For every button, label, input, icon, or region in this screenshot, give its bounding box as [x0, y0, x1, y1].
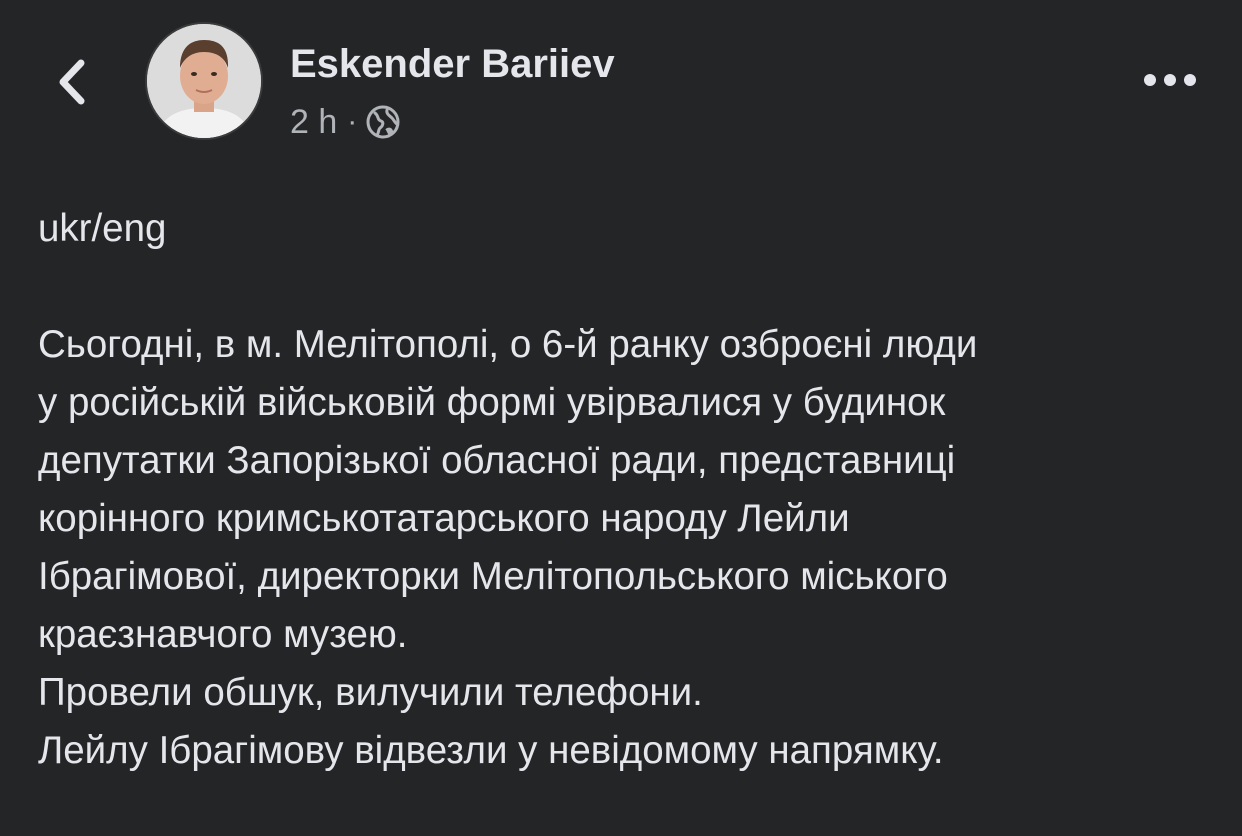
post-line: Провели обшук, вилучили телефони.	[38, 671, 703, 714]
globe-icon	[365, 104, 401, 140]
back-button[interactable]	[44, 50, 100, 114]
post-meta: 2 h ·	[290, 100, 401, 144]
post-blank-line	[38, 258, 1218, 316]
more-options-button[interactable]	[1138, 58, 1202, 102]
author-name[interactable]: Eskender Bariiev	[290, 40, 615, 88]
post-line: у російській військовій формі увірвалися…	[38, 381, 946, 424]
chevron-left-icon	[59, 59, 85, 105]
post-line: депутатки Запорізької обласної ради, пре…	[38, 439, 956, 482]
avatar-image	[147, 24, 261, 138]
post-line: Лейлу Ібрагімову відвезли у невідомому н…	[38, 729, 944, 772]
post-line: Сьогодні, в м. Мелітополі, о 6-й ранку о…	[38, 323, 978, 366]
meta-separator: ·	[347, 105, 358, 138]
post-time[interactable]: 2 h	[290, 103, 337, 142]
post-line: ukr/eng	[38, 207, 167, 250]
post-header: Eskender Bariiev 2 h ·	[0, 0, 1242, 170]
post-text: ukr/eng Сьогодні, в м. Мелітополі, о 6-й…	[38, 200, 1218, 780]
post-line: корінного кримськотатарського народу Лей…	[38, 497, 850, 540]
post-line: Ібрагімової, директорки Мелітопольського…	[38, 555, 948, 598]
avatar[interactable]	[145, 22, 263, 140]
post-line: краєзнавчого музею.	[38, 613, 408, 656]
more-dots-icon	[1144, 74, 1196, 86]
